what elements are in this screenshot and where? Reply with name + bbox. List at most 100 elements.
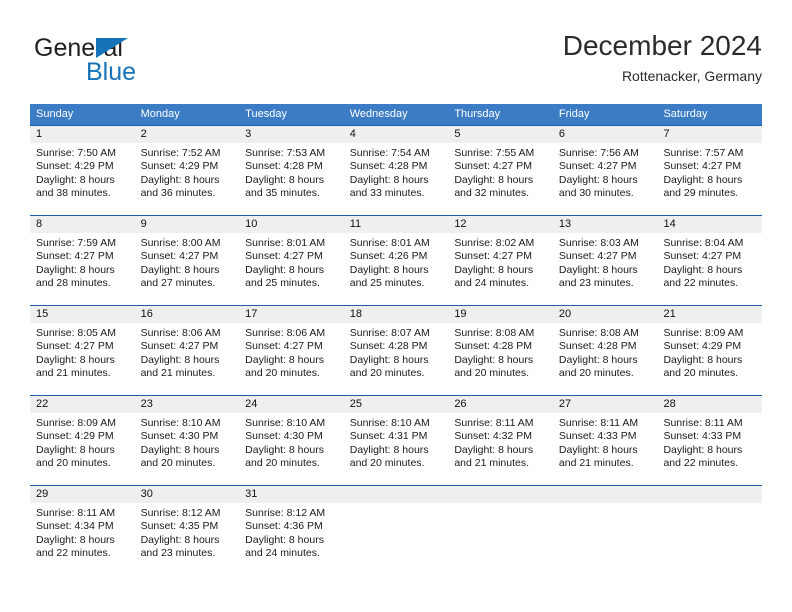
sunrise-text: Sunrise: 8:08 AM [454,327,535,339]
day-cell[interactable]: Sunrise: 8:03 AM Sunset: 4:27 PM Dayligh… [553,233,658,305]
day-cell[interactable]: Sunrise: 8:11 AM Sunset: 4:33 PM Dayligh… [657,413,762,485]
sunrise-text: Sunrise: 8:10 AM [140,417,221,429]
day-number[interactable]: 28 [657,396,762,413]
sunset-text: Sunset: 4:27 PM [140,340,219,353]
day-cell[interactable]: Sunrise: 7:59 AM Sunset: 4:27 PM Dayligh… [30,233,135,305]
day-number[interactable]: 27 [553,396,658,413]
day-number[interactable]: 20 [553,306,658,323]
day-cell[interactable]: Sunrise: 7:50 AM Sunset: 4:29 PM Dayligh… [30,143,135,215]
day-number[interactable]: 12 [448,216,553,233]
calendar-week-row: 22 23 24 25 26 27 28 Sunrise: 8:09 AM Su… [30,395,762,485]
sunrise-text: Sunrise: 8:05 AM [36,327,116,339]
day-number[interactable]: 29 [30,486,135,503]
sunrise-text: Sunrise: 7:52 AM [140,147,221,159]
sunset-text: Sunset: 4:27 PM [140,250,219,263]
day-cell-empty [448,503,553,575]
sunset-text: Sunset: 4:26 PM [349,250,428,263]
day-cell[interactable]: Sunrise: 8:05 AM Sunset: 4:27 PM Dayligh… [30,323,135,395]
day-cell[interactable]: Sunrise: 8:01 AM Sunset: 4:27 PM Dayligh… [239,233,344,305]
sunrise-text: Sunrise: 8:12 AM [245,507,326,519]
day-number[interactable]: 5 [448,126,553,143]
day-number[interactable]: 21 [657,306,762,323]
sunrise-text: Sunrise: 8:11 AM [663,417,743,429]
daylight-text: Daylight: 8 hours and 22 minutes. [663,263,743,290]
calendar-week-row: 29 30 31 Sunrise: 8:11 AM Sunset: 4:34 P… [30,485,762,575]
day-cell[interactable]: Sunrise: 7:55 AM Sunset: 4:27 PM Dayligh… [448,143,553,215]
sunset-text: Sunset: 4:28 PM [454,340,532,353]
day-cell[interactable]: Sunrise: 8:04 AM Sunset: 4:27 PM Dayligh… [657,233,762,305]
day-cell[interactable]: Sunrise: 8:12 AM Sunset: 4:36 PM Dayligh… [239,503,344,575]
day-cell[interactable]: Sunrise: 8:02 AM Sunset: 4:27 PM Dayligh… [448,233,553,305]
sunrise-text: Sunrise: 8:11 AM [454,417,534,429]
day-number[interactable]: 10 [239,216,344,233]
day-number[interactable]: 19 [448,306,553,323]
day-cell[interactable]: Sunrise: 8:10 AM Sunset: 4:31 PM Dayligh… [344,413,449,485]
day-cell[interactable]: Sunrise: 8:12 AM Sunset: 4:35 PM Dayligh… [135,503,240,575]
daylight-text: Daylight: 8 hours and 21 minutes. [454,443,534,470]
day-number[interactable]: 1 [30,126,135,143]
sunset-text: Sunset: 4:30 PM [140,430,219,443]
day-number[interactable]: 6 [553,126,658,143]
day-cell-empty [553,503,658,575]
day-cell[interactable]: Sunrise: 7:57 AM Sunset: 4:27 PM Dayligh… [657,143,762,215]
day-cell[interactable]: Sunrise: 8:10 AM Sunset: 4:30 PM Dayligh… [239,413,344,485]
day-cell[interactable]: Sunrise: 8:09 AM Sunset: 4:29 PM Dayligh… [30,413,135,485]
day-cell-empty [448,486,553,503]
day-cell[interactable]: Sunrise: 7:53 AM Sunset: 4:28 PM Dayligh… [239,143,344,215]
day-number[interactable]: 9 [135,216,240,233]
day-cell[interactable]: Sunrise: 8:11 AM Sunset: 4:34 PM Dayligh… [30,503,135,575]
sunset-text: Sunset: 4:30 PM [245,430,323,443]
sunset-text: Sunset: 4:28 PM [558,340,637,353]
day-cell[interactable]: Sunrise: 7:54 AM Sunset: 4:28 PM Dayligh… [344,143,449,215]
day-cell[interactable]: Sunrise: 8:08 AM Sunset: 4:28 PM Dayligh… [553,323,658,395]
day-cell[interactable]: Sunrise: 8:09 AM Sunset: 4:29 PM Dayligh… [657,323,762,395]
day-cell[interactable]: Sunrise: 7:56 AM Sunset: 4:27 PM Dayligh… [553,143,658,215]
sunset-text: Sunset: 4:36 PM [245,520,323,533]
day-number[interactable]: 8 [30,216,135,233]
day-number[interactable]: 14 [657,216,762,233]
day-cell[interactable]: Sunrise: 8:10 AM Sunset: 4:30 PM Dayligh… [135,413,240,485]
day-cell[interactable]: Sunrise: 8:06 AM Sunset: 4:27 PM Dayligh… [135,323,240,395]
day-cell[interactable]: Sunrise: 8:06 AM Sunset: 4:27 PM Dayligh… [239,323,344,395]
day-number[interactable]: 26 [448,396,553,413]
day-cell[interactable]: Sunrise: 8:11 AM Sunset: 4:32 PM Dayligh… [448,413,553,485]
day-cell[interactable]: Sunrise: 8:00 AM Sunset: 4:27 PM Dayligh… [135,233,240,305]
sunset-text: Sunset: 4:29 PM [663,340,742,353]
logo-triangle-icon [96,38,128,58]
day-number[interactable]: 18 [344,306,449,323]
day-number[interactable]: 23 [135,396,240,413]
sunrise-text: Sunrise: 8:11 AM [558,417,639,429]
day-number[interactable]: 22 [30,396,135,413]
day-number[interactable]: 4 [344,126,449,143]
day-number[interactable]: 2 [135,126,240,143]
sunrise-text: Sunrise: 8:01 AM [245,237,326,249]
day-number[interactable]: 11 [344,216,449,233]
day-cell[interactable]: Sunrise: 8:07 AM Sunset: 4:28 PM Dayligh… [344,323,449,395]
day-number[interactable]: 17 [239,306,344,323]
day-number[interactable]: 3 [239,126,344,143]
daylight-text: Daylight: 8 hours and 23 minutes. [140,533,220,560]
week-detail-row: Sunrise: 7:50 AM Sunset: 4:29 PM Dayligh… [30,143,762,215]
day-number[interactable]: 7 [657,126,762,143]
day-number[interactable]: 30 [135,486,240,503]
day-number[interactable]: 16 [135,306,240,323]
sunset-text: Sunset: 4:27 PM [245,340,323,353]
day-number[interactable]: 24 [239,396,344,413]
day-number[interactable]: 13 [553,216,658,233]
week-daynumber-band: 22 23 24 25 26 27 28 [30,396,762,413]
day-number[interactable]: 15 [30,306,135,323]
daylight-text: Daylight: 8 hours and 20 minutes. [245,353,324,380]
sunrise-text: Sunrise: 8:04 AM [663,237,744,249]
day-cell[interactable]: Sunrise: 7:52 AM Sunset: 4:29 PM Dayligh… [135,143,240,215]
day-cell[interactable]: Sunrise: 8:08 AM Sunset: 4:28 PM Dayligh… [448,323,553,395]
day-number[interactable]: 31 [239,486,344,503]
day-cell[interactable]: Sunrise: 8:01 AM Sunset: 4:26 PM Dayligh… [344,233,449,305]
sunrise-text: Sunrise: 8:00 AM [140,237,221,249]
sunrise-text: Sunrise: 7:54 AM [349,147,430,159]
sunset-text: Sunset: 4:29 PM [36,430,114,443]
day-number[interactable]: 25 [344,396,449,413]
brand-logo[interactable]: General Blue [34,34,254,90]
sunset-text: Sunset: 4:27 PM [454,160,532,173]
daylight-text: Daylight: 8 hours and 20 minutes. [349,443,429,470]
day-cell[interactable]: Sunrise: 8:11 AM Sunset: 4:33 PM Dayligh… [553,413,658,485]
